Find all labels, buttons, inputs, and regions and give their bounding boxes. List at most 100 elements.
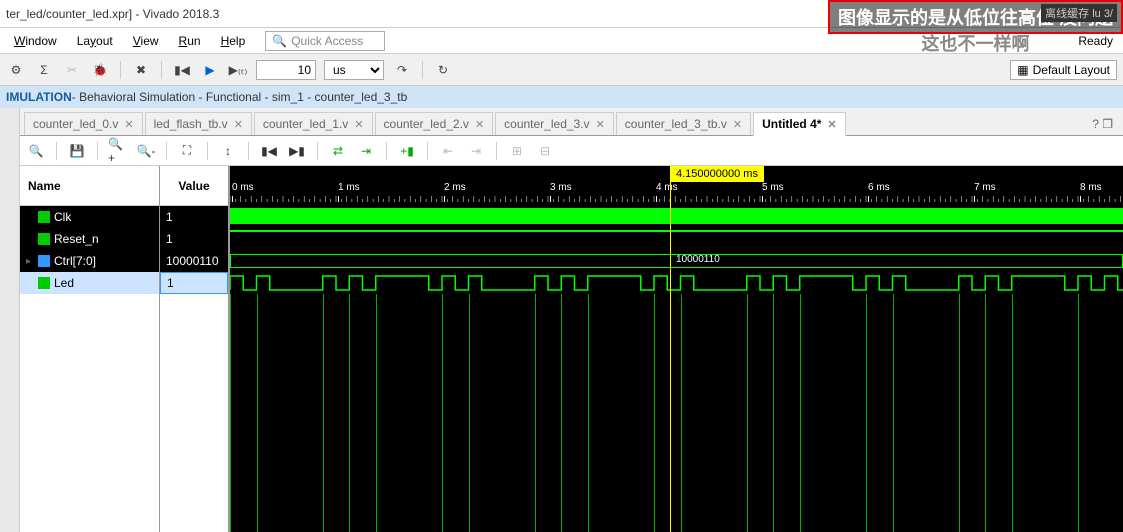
cursor-line[interactable] — [670, 166, 671, 532]
wave-edge-line — [561, 294, 562, 532]
value-clk: 1 — [160, 206, 228, 228]
prev-marker-icon[interactable]: ⇤ — [438, 141, 458, 161]
quick-access-search[interactable]: 🔍 Quick Access — [265, 31, 385, 51]
layout-grid-icon: ▦ — [1017, 63, 1028, 77]
titlebar-text: ter_led/counter_led.xpr] - Vivado 2018.3 — [6, 7, 219, 21]
close-icon[interactable]: ✕ — [234, 118, 243, 131]
close-icon[interactable]: ✕ — [596, 118, 605, 131]
swap-icon[interactable]: ⇄ — [328, 141, 348, 161]
next-marker-icon[interactable]: ⇥ — [466, 141, 486, 161]
wave-edge-line — [985, 294, 986, 532]
play-icon[interactable]: ▶ — [200, 60, 220, 80]
zoom-out-icon[interactable]: 🔍- — [136, 141, 156, 161]
signal-row-reset[interactable]: Reset_n — [20, 228, 159, 250]
step-unit-select[interactable]: us — [324, 60, 384, 80]
layout-label: Default Layout — [1033, 63, 1110, 77]
step-icon[interactable]: ▶₍ₜ₎ — [228, 60, 248, 80]
menu-run[interactable]: Run — [169, 31, 211, 51]
next-transition-icon[interactable]: ▶▮ — [287, 141, 307, 161]
value-led: 1 — [160, 272, 228, 294]
cut-icon[interactable]: ✂ — [62, 60, 82, 80]
wave-edge-line — [1012, 294, 1013, 532]
wave-edge-line — [747, 294, 748, 532]
wave-edge-line — [800, 294, 801, 532]
signal-row-ctrl[interactable]: ▸Ctrl[7:0] — [20, 250, 159, 272]
search-icon[interactable]: 🔍 — [26, 141, 46, 161]
goto-time-icon[interactable]: ⇥ — [356, 141, 376, 161]
tab-counter-led-3[interactable]: counter_led_3.v✕ — [495, 112, 614, 135]
tab-counter-led-1[interactable]: counter_led_1.v✕ — [254, 112, 373, 135]
zoom-in-icon[interactable]: 🔍+ — [108, 141, 128, 161]
save-icon[interactable]: 💾 — [67, 141, 87, 161]
wave-edge-line — [654, 294, 655, 532]
settings-icon[interactable]: ⚙ — [6, 60, 26, 80]
wave-reset — [230, 228, 1123, 250]
close-icon[interactable]: ✕ — [124, 118, 133, 131]
bug-icon[interactable]: 🐞 — [90, 60, 110, 80]
zoom-fit-icon[interactable]: ⛶ — [177, 141, 197, 161]
wave-edge-line — [323, 294, 324, 532]
signal-row-led[interactable]: Led — [20, 272, 159, 294]
goto-cursor-icon[interactable]: ↕ — [218, 141, 238, 161]
close-icon[interactable]: ✕ — [354, 118, 363, 131]
prev-transition-icon[interactable]: ▮◀ — [259, 141, 279, 161]
wave-edge-line — [535, 294, 536, 532]
simulation-banner: IMULATION - Behavioral Simulation - Func… — [0, 86, 1123, 108]
signal-value-column: Value 1 1 10000110 1 — [160, 166, 230, 532]
search-icon: 🔍 — [272, 34, 287, 48]
time-tick: 6 ms — [868, 182, 890, 193]
separator — [422, 61, 423, 79]
time-tick: 2 ms — [444, 182, 466, 193]
left-gutter — [0, 108, 20, 532]
signal-panel: Name Clk Reset_n ▸Ctrl[7:0] Led Value 1 … — [20, 166, 230, 532]
separator — [207, 142, 208, 160]
signal-icon — [38, 255, 50, 267]
menu-layout[interactable]: Layout — [67, 31, 123, 51]
layout-selector[interactable]: ▦ Default Layout — [1010, 60, 1117, 80]
value-reset: 1 — [160, 228, 228, 250]
separator — [120, 61, 121, 79]
waveform-area[interactable]: 4.150000000 ms 0 ms1 ms2 ms3 ms4 ms5 ms6… — [230, 166, 1123, 532]
menu-view[interactable]: View — [123, 31, 169, 51]
time-tick: 7 ms — [974, 182, 996, 193]
tab-untitled-4[interactable]: Untitled 4*✕ — [753, 112, 846, 136]
wave-edge-line — [469, 294, 470, 532]
wave-edge-line — [349, 294, 350, 532]
signal-icon — [38, 233, 50, 245]
step-over-icon[interactable]: ↷ — [392, 60, 412, 80]
tab-help-icon[interactable]: ? ❐ — [1086, 113, 1119, 135]
restart-icon[interactable]: ▮◀ — [172, 60, 192, 80]
tab-counter-led-0[interactable]: counter_led_0.v✕ — [24, 112, 143, 135]
time-tick: 8 ms — [1080, 182, 1102, 193]
cursor-time-label: 4.150000000 ms — [670, 166, 764, 182]
refresh-icon[interactable]: ↻ — [433, 60, 453, 80]
menu-window[interactable]: Window — [4, 31, 67, 51]
minor-ticks — [230, 196, 1123, 202]
time-tick: 5 ms — [762, 182, 784, 193]
close-icon[interactable]: ✕ — [475, 118, 484, 131]
close-icon[interactable]: ✕ — [827, 118, 836, 131]
menu-help[interactable]: Help — [211, 31, 256, 51]
wave-edge-line — [588, 294, 589, 532]
separator — [161, 61, 162, 79]
signal-name-column: Name Clk Reset_n ▸Ctrl[7:0] Led — [20, 166, 160, 532]
wave-edge-line — [866, 294, 867, 532]
signal-icon — [38, 277, 50, 289]
separator — [317, 142, 318, 160]
step-value-input[interactable] — [256, 60, 316, 80]
add-marker-icon[interactable]: +▮ — [397, 141, 417, 161]
tab-counter-led-3-tb[interactable]: counter_led_3_tb.v✕ — [616, 112, 751, 135]
separator — [97, 142, 98, 160]
expand-icon[interactable]: ▸ — [26, 256, 34, 267]
sigma-icon[interactable]: Σ — [34, 60, 54, 80]
tab-counter-led-2[interactable]: counter_led_2.v✕ — [375, 112, 494, 135]
signal-row-clk[interactable]: Clk — [20, 206, 159, 228]
tab-led-flash-tb[interactable]: led_flash_tb.v✕ — [145, 112, 252, 135]
separator — [248, 142, 249, 160]
close-icon[interactable]: ✕ — [733, 118, 742, 131]
waveform-toolbar: 🔍 💾 🔍+ 🔍- ⛶ ↕ ▮◀ ▶▮ ⇄ ⇥ +▮ ⇤ ⇥ ⊞ ⊟ — [20, 136, 1123, 166]
cancel-icon[interactable]: ✖ — [131, 60, 151, 80]
collapse-icon[interactable]: ⊟ — [535, 141, 555, 161]
wave-edge-line — [257, 294, 258, 532]
expand-icon[interactable]: ⊞ — [507, 141, 527, 161]
